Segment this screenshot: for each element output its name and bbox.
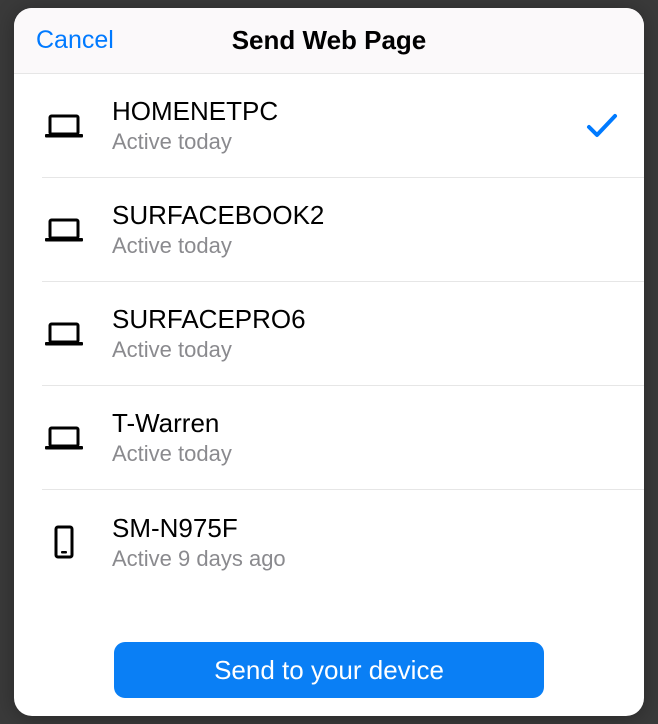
device-status-label: Active today — [112, 337, 620, 363]
device-info: SM-N975F Active 9 days ago — [112, 513, 620, 572]
device-row-surfacepro6[interactable]: SURFACEPRO6 Active today — [42, 282, 644, 386]
device-name-label: SM-N975F — [112, 513, 620, 544]
device-row-smn975f[interactable]: SM-N975F Active 9 days ago — [42, 490, 644, 594]
sheet-header: Cancel Send Web Page — [14, 8, 644, 74]
device-name-label: SURFACEPRO6 — [112, 304, 620, 335]
laptop-icon — [42, 208, 86, 252]
laptop-icon — [42, 312, 86, 356]
device-info: SURFACEBOOK2 Active today — [112, 200, 620, 259]
sheet-footer: Send to your device — [14, 632, 644, 716]
device-row-surfacebook2[interactable]: SURFACEBOOK2 Active today — [42, 178, 644, 282]
send-to-device-button[interactable]: Send to your device — [114, 642, 544, 698]
device-info: HOMENETPC Active today — [112, 96, 584, 155]
device-name-label: T-Warren — [112, 408, 620, 439]
send-web-page-sheet: Cancel Send Web Page HOMENETPC Active to… — [14, 8, 644, 716]
device-status-label: Active 9 days ago — [112, 546, 620, 572]
device-row-twarren[interactable]: T-Warren Active today — [42, 386, 644, 490]
device-info: SURFACEPRO6 Active today — [112, 304, 620, 363]
device-name-label: HOMENETPC — [112, 96, 584, 127]
phone-icon — [42, 520, 86, 564]
checkmark-icon — [584, 108, 620, 144]
device-row-homenetpc[interactable]: HOMENETPC Active today — [42, 74, 644, 178]
device-status-label: Active today — [112, 441, 620, 467]
laptop-icon — [42, 104, 86, 148]
device-status-label: Active today — [112, 233, 620, 259]
device-info: T-Warren Active today — [112, 408, 620, 467]
sheet-title: Send Web Page — [232, 25, 427, 56]
device-name-label: SURFACEBOOK2 — [112, 200, 620, 231]
device-list: HOMENETPC Active today SURFACEBOOK2 Acti… — [14, 74, 644, 632]
laptop-icon — [42, 416, 86, 460]
device-status-label: Active today — [112, 129, 584, 155]
cancel-button[interactable]: Cancel — [36, 8, 114, 73]
